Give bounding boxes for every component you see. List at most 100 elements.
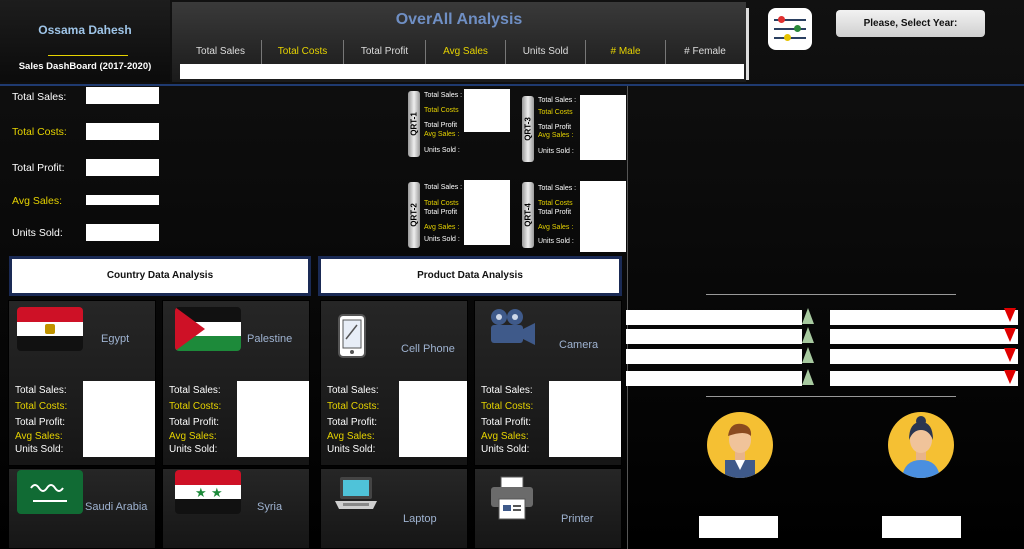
quarter-label: Total Profit (538, 124, 572, 131)
overall-analysis-panel: OverAll Analysis Total Sales Total Costs… (172, 2, 746, 82)
male-bar (626, 329, 802, 344)
tile-label: Total Sales: (481, 385, 533, 396)
egypt-flag-icon (17, 307, 83, 351)
down-arrow-icon (1004, 370, 1016, 384)
quarter-label: Total Costs (424, 200, 459, 207)
up-arrow-icon (802, 327, 814, 343)
quarter-label: Total Sales : (424, 184, 463, 191)
header-separator (746, 8, 749, 80)
overall-title: OverAll Analysis (395, 11, 523, 28)
tile-label: Avg Sales: (327, 431, 375, 442)
palestine-flag-icon (175, 307, 241, 351)
left-kpi-label: Total Costs: (12, 126, 67, 138)
quarter-label: Avg Sales : (538, 224, 574, 231)
female-bar (830, 371, 1018, 386)
kpi-header: # Male (586, 40, 666, 64)
svg-text:★: ★ (211, 486, 223, 501)
male-bar (626, 371, 802, 386)
quarter-label: Avg Sales : (424, 131, 460, 138)
country-name: Syria (257, 501, 283, 513)
quarter-card-4: QRT-4 Total Sales : Total Costs Total Pr… (522, 180, 626, 252)
svg-text:★: ★ (195, 486, 207, 501)
country-tile-syria[interactable]: ★ ★ Syria (162, 468, 310, 549)
tile-label: Units Sold: (169, 444, 218, 455)
tile-label: Total Costs: (169, 401, 222, 412)
saudi-flag-icon (17, 470, 83, 514)
sliders-icon[interactable] (768, 8, 812, 50)
product-tile-cell-phone[interactable]: Cell Phone Total Sales: Total Costs: Tot… (320, 300, 468, 466)
overall-kpi-values-bar (180, 64, 744, 79)
tile-label: Total Profit: (15, 417, 66, 428)
left-kpi-label: Total Sales: (12, 91, 67, 103)
product-tile-laptop[interactable]: Laptop (320, 468, 468, 549)
quarter-label: Units Sold : (538, 148, 574, 155)
female-bar (830, 349, 1018, 364)
tile-label: Total Profit: (481, 417, 532, 428)
quarter-value-box (580, 181, 626, 252)
quarter-label: Avg Sales : (538, 132, 574, 139)
male-avatar-icon (707, 412, 773, 478)
country-tile-saudi-arabia[interactable]: Saudi Arabia (8, 468, 156, 549)
printer-icon (491, 476, 533, 520)
syria-flag-icon: ★ ★ (175, 470, 241, 514)
quarter-card-1: QRT-1 Total Sales : Total Costs Total Pr… (408, 89, 510, 157)
quarter-tab[interactable]: QRT-4 (522, 182, 534, 248)
tile-label: Total Profit: (327, 417, 378, 428)
quarter-card-3: QRT-3 Total Sales : Total Costs Total Pr… (522, 94, 626, 162)
kpi-header: # Female (684, 46, 726, 57)
kpi-header: Total Sales (180, 40, 262, 64)
quarter-tab[interactable]: QRT-1 (408, 91, 420, 157)
quarter-label: Total Profit (424, 209, 458, 216)
tile-label: Avg Sales: (15, 431, 63, 442)
laptop-icon (335, 477, 377, 509)
left-kpi-label: Units Sold: (12, 227, 63, 239)
gender-top-rule (706, 294, 956, 295)
tile-label: Total Costs: (15, 401, 68, 412)
quarter-label: Total Sales : (538, 185, 577, 192)
tile-value-box (83, 381, 155, 457)
tile-value-box (237, 381, 309, 457)
kpi-header: Avg Sales (426, 40, 506, 64)
gender-bottom-rule (706, 396, 956, 397)
select-year-button[interactable]: Please, Select Year: (836, 10, 985, 37)
product-tile-printer[interactable]: Printer (474, 468, 622, 549)
quarter-value-box (580, 95, 626, 160)
quarter-tab[interactable]: QRT-2 (408, 182, 420, 248)
overall-kpi-headers: Total Sales Total Costs Total Profit Avg… (180, 40, 744, 64)
tile-label: Units Sold: (15, 444, 64, 455)
country-tile-egypt[interactable]: Egypt Total Sales: Total Costs: Total Pr… (8, 300, 156, 466)
down-arrow-icon (1004, 348, 1016, 362)
female-avatar-icon (888, 412, 954, 478)
quarter-label: Avg Sales : (424, 224, 460, 231)
quarter-label: Total Sales : (424, 92, 463, 99)
tile-value-box (399, 381, 467, 457)
product-name: Printer (561, 513, 594, 525)
left-kpi-label: Total Profit: (12, 162, 65, 174)
product-tile-camera[interactable]: Camera Total Sales: Total Costs: Total P… (474, 300, 622, 466)
quarter-tab[interactable]: QRT-3 (522, 96, 534, 162)
down-arrow-icon (1004, 308, 1016, 322)
country-tile-palestine[interactable]: Palestine Total Sales: Total Costs: Tota… (162, 300, 310, 466)
kpi-header: Total Profit (344, 40, 426, 64)
author-name: Ossama Dahesh (38, 23, 132, 37)
up-arrow-icon (802, 347, 814, 363)
quarter-label: Units Sold : (424, 147, 460, 154)
product-name: Cell Phone (401, 343, 455, 355)
tile-label: Avg Sales: (169, 431, 217, 442)
male-count-box (699, 516, 778, 538)
left-kpi-value (86, 195, 159, 205)
tile-value-box (549, 381, 621, 457)
country-section-title: Country Data Analysis (12, 259, 308, 293)
tile-label: Total Profit: (169, 417, 220, 428)
up-arrow-icon (802, 369, 814, 385)
male-bar (626, 349, 802, 364)
tile-label: Total Sales: (15, 385, 67, 396)
quarter-label: Total Sales : (538, 97, 577, 104)
left-kpi-value (86, 87, 159, 104)
quarter-label: Total Profit (424, 122, 458, 129)
tile-label: Total Sales: (169, 385, 221, 396)
down-arrow-icon (1004, 328, 1016, 342)
tile-label: Total Costs: (327, 401, 380, 412)
quarter-label: Units Sold : (424, 236, 460, 243)
product-name: Camera (559, 339, 599, 351)
